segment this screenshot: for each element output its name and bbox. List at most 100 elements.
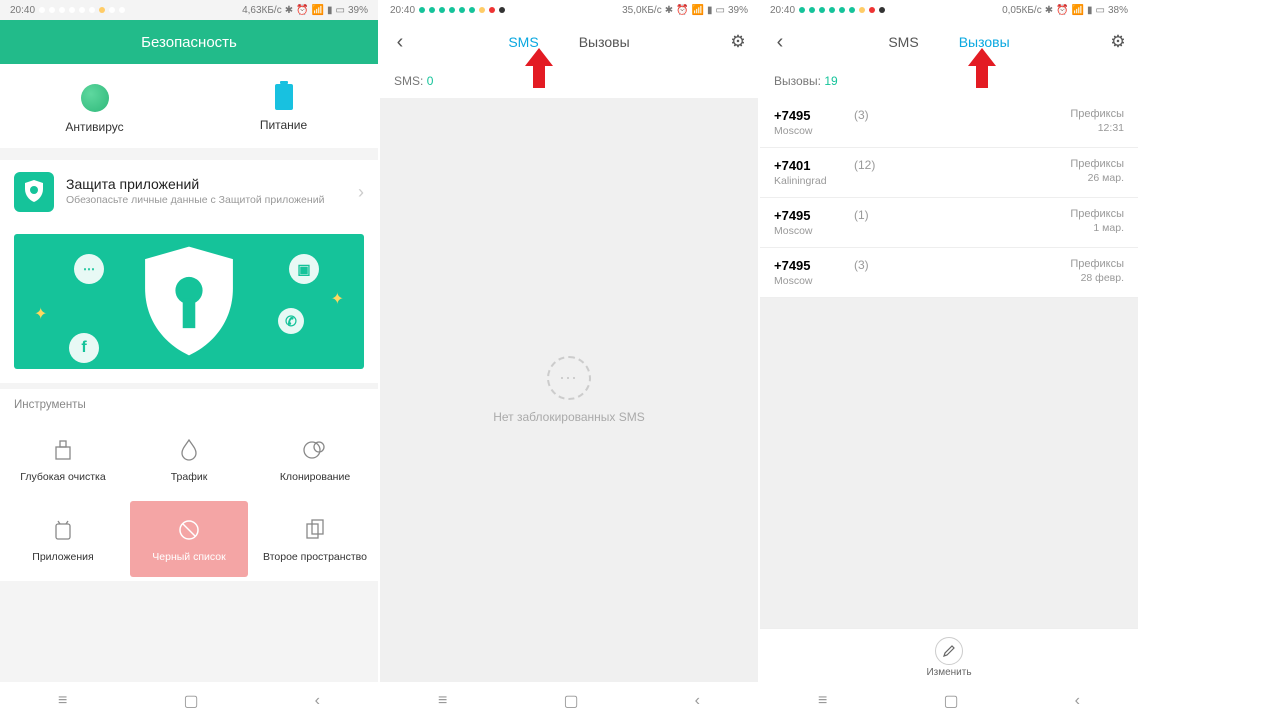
tool-label: Глубокая очистка bbox=[20, 471, 105, 483]
alarm-icon: ⏰ bbox=[1056, 5, 1068, 16]
nav-menu-icon[interactable]: ≡ bbox=[58, 692, 67, 710]
call-count: (12) bbox=[854, 158, 904, 187]
wifi-icon: 📶 bbox=[1072, 5, 1084, 16]
page-title: Безопасность bbox=[0, 20, 378, 64]
nav-back-icon[interactable]: ‹ bbox=[695, 692, 700, 710]
nav-home-icon[interactable]: ▢ bbox=[943, 691, 958, 711]
notif-dot-icon bbox=[99, 7, 105, 13]
tab-sms[interactable]: SMS bbox=[888, 34, 918, 50]
call-row[interactable]: +7495Moscow(3)Префиксы12:31 bbox=[760, 98, 1138, 148]
notif-dot-icon bbox=[479, 7, 485, 13]
header: ‹ SMS Вызовы ⚙ bbox=[760, 20, 1138, 64]
status-time: 20:40 bbox=[10, 5, 35, 16]
call-prefix: Префиксы bbox=[1070, 258, 1124, 270]
red-arrow-icon bbox=[968, 48, 996, 88]
tab-calls[interactable]: Вызовы bbox=[579, 34, 630, 50]
tool-apps[interactable]: Приложения bbox=[0, 497, 126, 581]
settings-button[interactable]: ⚙ bbox=[718, 32, 758, 52]
feature-label: Питание bbox=[260, 118, 307, 132]
empty-text: Нет заблокированных SMS bbox=[493, 410, 645, 424]
call-prefix: Префиксы bbox=[1070, 108, 1124, 120]
tool-label: Клонирование bbox=[280, 471, 350, 483]
back-button[interactable]: ‹ bbox=[760, 31, 800, 54]
image-icon: ▣ bbox=[289, 254, 319, 284]
antivirus-icon bbox=[81, 84, 109, 112]
chat-icon: ⋯ bbox=[74, 254, 104, 284]
signal-icon: ▮ bbox=[1087, 5, 1093, 16]
phone-security: 20:40 4,63КБ/с ✱ ⏰ 📶 ▮ ▭ 39% Безопасност… bbox=[0, 0, 380, 720]
call-row[interactable]: +7495Moscow(1)Префиксы1 мар. bbox=[760, 198, 1138, 248]
tool-second-space[interactable]: Второе пространство bbox=[252, 497, 378, 581]
bluetooth-icon: ✱ bbox=[665, 5, 673, 16]
tool-deep-clean[interactable]: Глубокая очистка bbox=[0, 421, 126, 497]
settings-button[interactable]: ⚙ bbox=[1098, 32, 1138, 52]
phone-icon: ✆ bbox=[278, 308, 304, 334]
notif-dot-icon bbox=[869, 7, 875, 13]
block-icon bbox=[176, 517, 202, 543]
big-shield-icon bbox=[137, 244, 242, 359]
nav-back-icon[interactable]: ‹ bbox=[1075, 692, 1080, 710]
android-icon bbox=[50, 517, 76, 543]
notif-dot-icon bbox=[469, 7, 475, 13]
feature-label: Антивирус bbox=[65, 120, 123, 134]
call-count: (3) bbox=[854, 258, 904, 287]
notif-dot-icon bbox=[109, 7, 115, 13]
battery-icon: ▭ bbox=[1096, 5, 1105, 16]
alarm-icon: ⏰ bbox=[676, 5, 688, 16]
facebook-icon: f bbox=[69, 333, 99, 363]
calls-count-line: Вызовы: 19 bbox=[760, 64, 1138, 98]
call-number: +7495 bbox=[774, 108, 854, 123]
card-subtitle: Обезопасьте личные данные с Защитой прил… bbox=[66, 194, 346, 208]
copy-icon bbox=[302, 517, 328, 543]
nav-menu-icon[interactable]: ≡ bbox=[818, 692, 827, 710]
status-speed: 35,0КБ/с bbox=[622, 5, 662, 16]
clone-icon bbox=[302, 437, 328, 463]
edit-button[interactable] bbox=[935, 637, 963, 665]
notif-dot-icon bbox=[819, 7, 825, 13]
notif-dot-icon bbox=[439, 7, 445, 13]
tool-blocklist[interactable]: Черный список bbox=[130, 501, 248, 577]
alarm-icon: ⏰ bbox=[296, 5, 308, 16]
nav-menu-icon[interactable]: ≡ bbox=[438, 692, 447, 710]
tool-grid: Глубокая очистка Трафик Клонирование При… bbox=[0, 421, 378, 581]
notif-dot-icon bbox=[499, 7, 505, 13]
wifi-icon: 📶 bbox=[312, 5, 324, 16]
tools-heading: Инструменты bbox=[0, 383, 378, 421]
notif-dot-icon bbox=[459, 7, 465, 13]
nav-home-icon[interactable]: ▢ bbox=[183, 691, 198, 711]
tool-clone[interactable]: Клонирование bbox=[252, 421, 378, 497]
nav-bar: ≡ ▢ ‹ bbox=[380, 682, 758, 720]
back-button[interactable]: ‹ bbox=[380, 31, 420, 54]
tool-traffic[interactable]: Трафик bbox=[126, 421, 252, 497]
chevron-right-icon: › bbox=[358, 182, 364, 203]
call-city: Kaliningrad bbox=[774, 175, 854, 187]
nav-home-icon[interactable]: ▢ bbox=[563, 691, 578, 711]
feature-power[interactable]: Питание bbox=[189, 64, 378, 148]
notif-dot-icon bbox=[69, 7, 75, 13]
notif-dot-icon bbox=[79, 7, 85, 13]
feature-antivirus[interactable]: Антивирус bbox=[0, 64, 189, 148]
call-row[interactable]: +7495Moscow(3)Префиксы28 февр. bbox=[760, 248, 1138, 298]
notif-dot-icon bbox=[809, 7, 815, 13]
status-bar: 20:40 4,63КБ/с ✱ ⏰ 📶 ▮ ▭ 39% bbox=[0, 0, 378, 20]
battery-icon: ▭ bbox=[336, 5, 345, 16]
empty-icon: ⋯ bbox=[547, 356, 591, 400]
notif-dot-icon bbox=[449, 7, 455, 13]
call-time: 26 мар. bbox=[1070, 172, 1124, 184]
notif-dot-icon bbox=[799, 7, 805, 13]
protection-banner[interactable]: ⋯ ▣ ✆ f ✦ ✦ bbox=[14, 234, 364, 369]
status-battery: 38% bbox=[1108, 5, 1128, 16]
notif-dot-icon bbox=[119, 7, 125, 13]
nav-bar: ≡ ▢ ‹ bbox=[760, 682, 1138, 720]
nav-back-icon[interactable]: ‹ bbox=[315, 692, 320, 710]
bluetooth-icon: ✱ bbox=[285, 5, 293, 16]
app-protection-card[interactable]: Защита приложений Обезопасьте личные дан… bbox=[0, 160, 378, 224]
call-list: +7495Moscow(3)Префиксы12:31+7401Kalining… bbox=[760, 98, 1138, 298]
notif-dot-icon bbox=[489, 7, 495, 13]
status-time: 20:40 bbox=[390, 5, 415, 16]
battery-icon bbox=[275, 84, 293, 110]
edit-bar: Изменить bbox=[760, 628, 1138, 682]
call-row[interactable]: +7401Kaliningrad(12)Префиксы26 мар. bbox=[760, 148, 1138, 198]
shield-icon bbox=[14, 172, 54, 212]
call-number: +7495 bbox=[774, 258, 854, 273]
